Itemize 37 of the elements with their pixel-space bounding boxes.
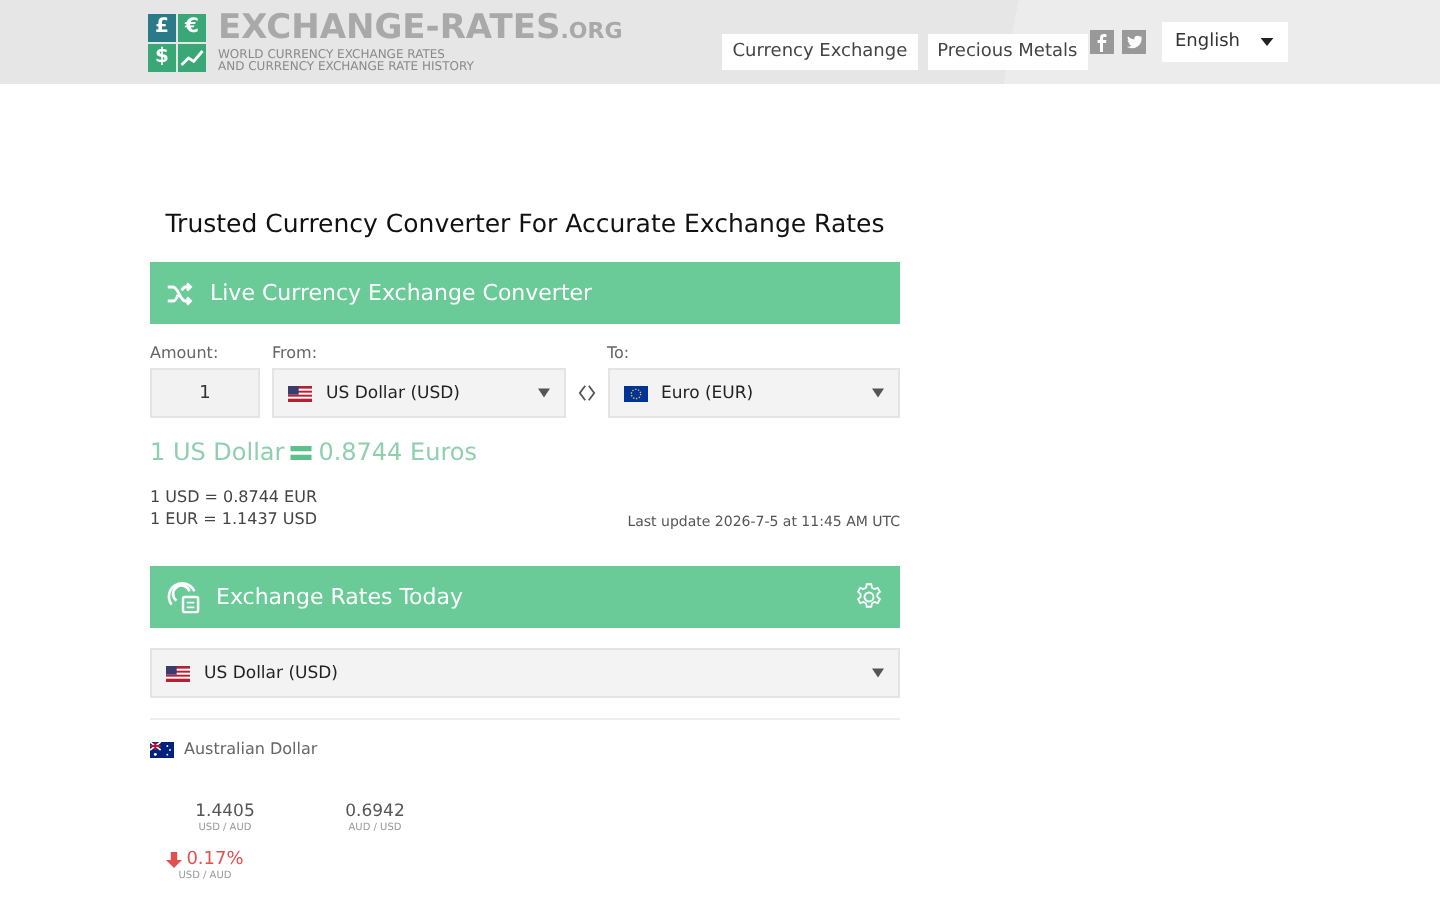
flag-icon [150,741,174,757]
equals-icon [290,445,313,459]
currency-dropdown[interactable]: US Dollar (USD) [150,648,900,698]
rate-text: 1 EUR = 1.1437 USD [150,508,318,530]
field-label: Amount: [150,344,221,362]
rate-text: 1 USD = 0.8744 EUR [150,486,318,508]
settings-icon[interactable] [854,582,884,612]
language-dropdown[interactable]: English [1161,22,1288,62]
nav-link[interactable]: Precious Metals [927,34,1088,70]
rate-value: 0.6942 [345,802,405,822]
currency-dropdown[interactable]: Euro (EUR) [607,368,900,418]
caret-icon [1260,38,1274,46]
nav-link[interactable]: Currency Exchange [722,34,918,70]
currency-name: Australian Dollar [184,740,318,758]
flag-icon [623,385,647,401]
flag-icon [288,385,312,401]
conversion-result: 0.8744 Euros [318,438,477,466]
caret-icon [537,388,549,398]
twitter-icon[interactable] [1121,30,1145,54]
page-title: Trusted Currency Converter For Accurate Exchange Rates [163,208,887,238]
caret-icon [872,668,884,678]
section-title: Live Currency Exchange Converter [210,280,593,306]
swap-icon[interactable] [577,384,595,402]
rate-change: 0.17% [186,850,244,870]
shuffle-icon [166,279,194,307]
caret-icon [872,388,884,398]
section-title: Exchange Rates Today [216,584,464,610]
currency-dropdown[interactable]: US Dollar (USD) [272,368,565,418]
down-arrow-icon [166,852,183,868]
amount-field[interactable]: 1 [150,368,260,418]
facebook-icon[interactable] [1089,30,1113,54]
field-label: From: [272,344,320,362]
field-label: To: [607,344,632,362]
flag-icon [166,665,190,681]
rates-icon [166,580,200,614]
rate-value: 1.4405 [195,802,255,822]
conversion-result: 1 US Dollar [150,438,285,466]
